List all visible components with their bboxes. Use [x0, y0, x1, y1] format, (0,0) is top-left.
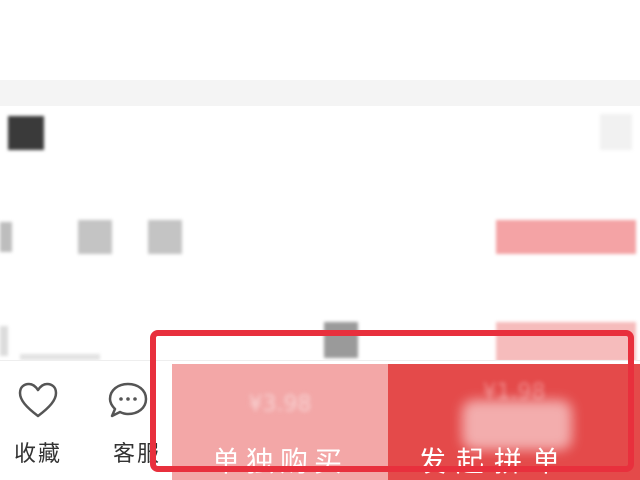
favorite-label: 收藏 — [13, 442, 62, 467]
blurred-element — [148, 220, 182, 254]
blurred-element — [496, 220, 636, 254]
blurred-element — [0, 222, 12, 252]
favorite-button[interactable]: 收藏 — [6, 380, 70, 470]
product-page: 收藏 客服 ¥3.98 单独购买 ¥1.98 发起拼单 — [0, 0, 640, 480]
blurred-element — [496, 322, 636, 362]
watermark — [462, 400, 572, 450]
section-divider — [0, 80, 640, 106]
solo-buy-label: 单独购买 — [211, 445, 348, 478]
blurred-thumbnail — [8, 116, 44, 150]
solo-buy-price: ¥3.98 — [248, 392, 312, 417]
solo-buy-button[interactable]: ¥3.98 单独购买 — [172, 364, 388, 480]
chat-bubble-icon — [108, 382, 148, 418]
heart-icon — [18, 382, 58, 418]
blurred-element — [0, 326, 8, 356]
customer-service-button[interactable]: 客服 — [96, 380, 160, 470]
blurred-element — [600, 114, 632, 150]
header-area — [0, 0, 640, 80]
customer-service-label: 客服 — [113, 442, 162, 467]
blurred-element — [324, 322, 358, 358]
blurred-element — [78, 220, 112, 254]
